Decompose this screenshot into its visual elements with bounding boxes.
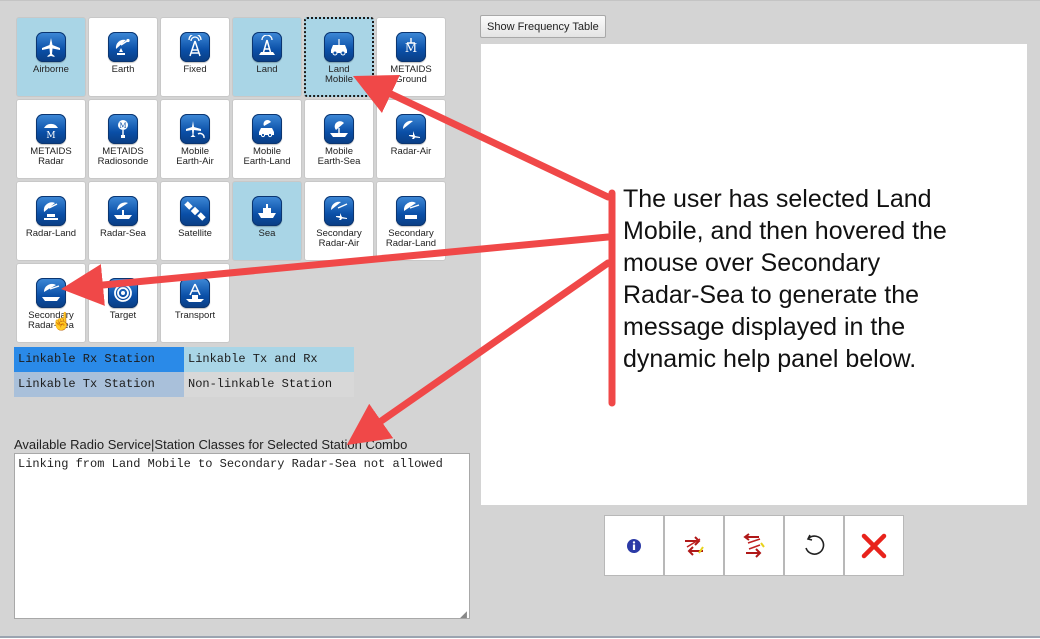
- secondary-radar-sea-icon: [36, 278, 66, 308]
- station-tile-metaids-radiosonde[interactable]: M METAIDS Radiosonde: [88, 99, 158, 179]
- station-tile-label: Fixed: [183, 64, 207, 75]
- link-forward-icon: [685, 535, 704, 556]
- airplane-icon: [36, 32, 66, 62]
- reset-button[interactable]: [784, 515, 844, 576]
- station-tile-grid: Airborne Earth Fixed Land Land Mobile M METAID…: [16, 17, 448, 343]
- target-icon: [108, 278, 138, 308]
- legend-linkable-rx: Linkable Rx Station: [14, 347, 184, 372]
- svg-text:M: M: [119, 122, 126, 130]
- legend-linkable-tx: Linkable Tx Station: [14, 372, 184, 397]
- station-tile-fixed[interactable]: Fixed: [160, 17, 230, 97]
- x-icon: [861, 533, 887, 558]
- station-tile-label: METAIDS Ground: [390, 64, 432, 85]
- radar-land-icon: [36, 196, 66, 226]
- mobile-earth-sea-icon: [324, 114, 354, 144]
- station-tile-label: Mobile Earth-Land: [243, 146, 291, 167]
- station-tile-secondary-radar-land[interactable]: Secondary Radar-Land: [376, 181, 446, 261]
- station-tile-label: Mobile Earth-Sea: [317, 146, 361, 167]
- link-forward-button[interactable]: [664, 515, 724, 576]
- help-panel-title: Available Radio Service|Station Classes …: [14, 437, 408, 452]
- station-tile-label: Secondary Radar-Land: [385, 228, 437, 249]
- secondary-radar-air-icon: [324, 196, 354, 226]
- station-tile-target[interactable]: Target: [88, 263, 158, 343]
- station-tile-label: Airborne: [33, 64, 69, 75]
- station-tile-label: Earth: [111, 64, 135, 75]
- station-tile-label: Transport: [174, 310, 216, 321]
- secondary-radar-land-icon: [396, 196, 426, 226]
- station-tile-airborne[interactable]: Airborne: [16, 17, 86, 97]
- transport-icon: [180, 278, 210, 308]
- station-tile-label: Radar-Sea: [100, 228, 146, 239]
- station-tile-mobile-earth-air[interactable]: Mobile Earth-Air: [160, 99, 230, 179]
- satellite-dish-icon: [108, 32, 138, 62]
- station-tile-metaids-ground[interactable]: M METAIDS Ground: [376, 17, 446, 97]
- radiosonde-icon: M: [108, 114, 138, 144]
- station-tile-label: Secondary Radar-Air: [316, 228, 362, 249]
- legend-linkable-tx-rx: Linkable Tx and Rx: [184, 347, 354, 372]
- land-antenna-icon: [252, 32, 282, 62]
- station-tile-label: Land: [256, 64, 278, 75]
- station-tile-label: Radar-Air: [390, 146, 432, 157]
- station-tile-label: Mobile Earth-Air: [176, 146, 214, 167]
- link-reverse-button[interactable]: [724, 515, 784, 576]
- station-tile-label: METAIDS Radar: [30, 146, 72, 167]
- action-toolbar: [604, 515, 904, 576]
- station-tile-radar-air[interactable]: Radar-Air: [376, 99, 446, 179]
- station-legend: Linkable Rx Station Linkable Tx and Rx L…: [14, 347, 354, 397]
- station-tile-sea[interactable]: Sea: [232, 181, 302, 261]
- station-tile-label: Target: [109, 310, 137, 321]
- info-icon: [627, 538, 641, 553]
- antenna-tower-icon: [180, 32, 210, 62]
- station-tile-secondary-radar-air[interactable]: Secondary Radar-Air: [304, 181, 374, 261]
- rotate-icon: [805, 534, 825, 555]
- station-tile-label: Secondary Radar-Sea: [28, 310, 74, 331]
- station-tile-secondary-radar-sea[interactable]: Secondary Radar-Sea ☝: [16, 263, 86, 343]
- info-button[interactable]: [604, 515, 664, 576]
- svg-text:M: M: [46, 131, 55, 141]
- station-tile-land-mobile[interactable]: Land Mobile: [304, 17, 374, 97]
- delete-button[interactable]: [844, 515, 904, 576]
- station-tile-label: Sea: [258, 228, 276, 239]
- app-window: Airborne Earth Fixed Land Land Mobile M METAID…: [0, 0, 1040, 638]
- mobile-earth-air-icon: [180, 114, 210, 144]
- ship-icon: [252, 196, 282, 226]
- legend-non-linkable: Non-linkable Station: [184, 372, 354, 397]
- link-reverse-icon: [743, 532, 765, 558]
- station-tile-label: Land Mobile: [325, 64, 353, 85]
- metaids-ground-icon: M: [396, 32, 426, 62]
- help-panel-text[interactable]: Linking from Land Mobile to Secondary Ra…: [14, 453, 470, 619]
- station-tile-label: METAIDS Radiosonde: [97, 146, 149, 167]
- station-tile-metaids-radar[interactable]: M METAIDS Radar: [16, 99, 86, 179]
- station-tile-transport[interactable]: Transport: [160, 263, 230, 343]
- mobile-earth-land-icon: [252, 114, 282, 144]
- station-tile-radar-land[interactable]: Radar-Land: [16, 181, 86, 261]
- station-tile-mobile-earth-land[interactable]: Mobile Earth-Land: [232, 99, 302, 179]
- station-tile-satellite[interactable]: Satellite: [160, 181, 230, 261]
- station-tile-land[interactable]: Land: [232, 17, 302, 97]
- station-tile-label: Satellite: [178, 228, 212, 239]
- station-tile-label: Radar-Land: [25, 228, 77, 239]
- station-tile-mobile-earth-sea[interactable]: Mobile Earth-Sea: [304, 99, 374, 179]
- car-icon: [324, 32, 354, 62]
- station-tile-earth[interactable]: Earth: [88, 17, 158, 97]
- show-frequency-table-button[interactable]: Show Frequency Table: [480, 15, 606, 38]
- annotation-callout: The user has selected Land Mobile, and t…: [623, 185, 947, 373]
- radar-air-icon: [396, 114, 426, 144]
- metaids-radar-icon: M: [36, 114, 66, 144]
- radar-sea-icon: [108, 196, 138, 226]
- satellite-icon: [180, 196, 210, 226]
- station-tile-radar-sea[interactable]: Radar-Sea: [88, 181, 158, 261]
- resize-grip-icon[interactable]: ◢: [460, 609, 467, 620]
